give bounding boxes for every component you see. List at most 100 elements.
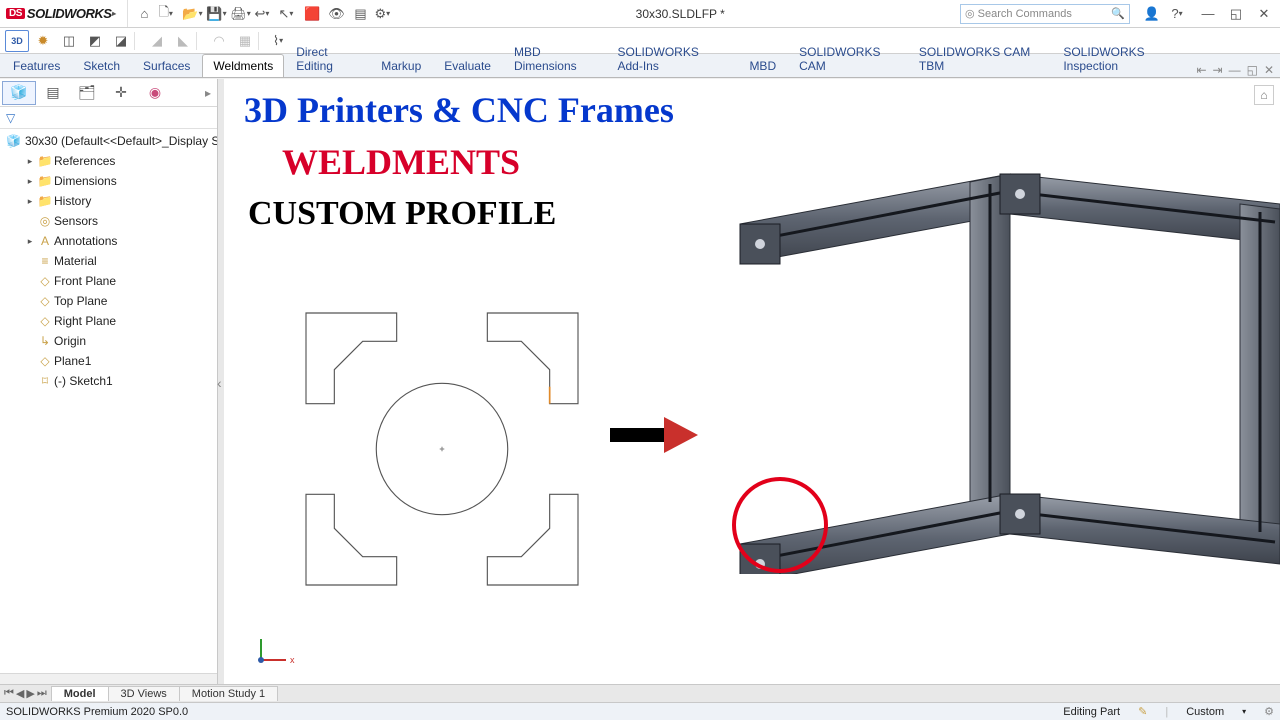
3d-icon[interactable]: 3D (5, 30, 29, 52)
triad-x-label: x (290, 655, 295, 665)
tree-item-icon: A (36, 234, 54, 248)
tree-item[interactable]: ◇Top Plane (2, 291, 217, 311)
logo-brand: SOLIDWORKS (27, 6, 112, 21)
open-icon[interactable]: 📂▾ (181, 3, 203, 25)
main-area: 🧊 ▤ 🗂 ✛ ◉ ▸ ▽ 🧊 30x30 (Default<<Default>… (0, 79, 1280, 687)
tree-item[interactable]: ◇Front Plane (2, 271, 217, 291)
new-doc-icon[interactable]: 🗋▾ (157, 3, 179, 25)
panel-min-icon[interactable]: — (1229, 63, 1241, 77)
tree-item[interactable]: ◇Plane1 (2, 351, 217, 371)
tree-item-icon: ⌑ (36, 374, 54, 388)
extend-icon[interactable]: ◪ (109, 30, 133, 52)
tab-cam[interactable]: SOLIDWORKS CAM (788, 40, 907, 77)
first-icon[interactable]: ⏮ (4, 687, 14, 700)
weld-bead-icon[interactable]: ◠ (207, 30, 231, 52)
endcap-icon[interactable]: ◣ (171, 30, 195, 52)
status-pencil-icon[interactable]: ✎ (1138, 705, 1147, 718)
tree-item-icon: ↳ (36, 334, 54, 348)
minimize-button[interactable]: — (1197, 3, 1219, 25)
bottom-tab-motion[interactable]: Motion Study 1 (179, 686, 278, 701)
tab-inspection[interactable]: SOLIDWORKS Inspection (1052, 40, 1195, 77)
tree-tab-feature[interactable]: 🧊 (2, 81, 36, 105)
tree-tab-appearance[interactable]: ◉ (138, 81, 172, 105)
rebuild-icon[interactable]: 🟥 (301, 3, 323, 25)
tree-root-label: 30x30 (Default<<Default>_Display Sta (25, 134, 217, 148)
next-icon[interactable]: ▶ (26, 687, 34, 700)
search-commands-input[interactable]: ◎ Search Commands 🔍 (960, 4, 1130, 24)
layout-icon[interactable]: ▤ (349, 3, 371, 25)
tree-tab-dim[interactable]: ✛ (104, 81, 138, 105)
tree-item-icon: 📁 (36, 154, 54, 168)
tree-item[interactable]: ▸📁Dimensions (2, 171, 217, 191)
select-icon[interactable]: ↖▾ (277, 3, 299, 25)
tree-item[interactable]: ≡Material (2, 251, 217, 271)
title-bar: DS SOLIDWORKS ▸ ⌂ 🗋▾ 📂▾ 💾▾ 🖨▾ ↩▾ ↖▾ 🟥 👁 … (0, 0, 1280, 28)
tree-filter[interactable]: ▽ (0, 107, 217, 129)
status-units[interactable]: Custom (1186, 706, 1224, 718)
tree-root[interactable]: 🧊 30x30 (Default<<Default>_Display Sta (2, 131, 217, 151)
tab-evaluate[interactable]: Evaluate (433, 54, 502, 77)
tab-mbd-dimensions[interactable]: MBD Dimensions (503, 40, 606, 77)
options-icon[interactable]: ⚙▾ (373, 3, 395, 25)
help-icon[interactable]: ?▾ (1169, 3, 1191, 25)
tree-item[interactable]: ↳Origin (2, 331, 217, 351)
weldment-icon[interactable]: ✹ (31, 30, 55, 52)
headline-2: WELDMENTS (282, 141, 520, 183)
tab-surfaces[interactable]: Surfaces (132, 54, 201, 77)
tree-item[interactable]: ▸📁History (2, 191, 217, 211)
tree-item[interactable]: ▸AAnnotations (2, 231, 217, 251)
panel-close-icon[interactable]: ✕ (1264, 63, 1274, 77)
status-units-chevron-icon[interactable]: ▾ (1242, 707, 1246, 716)
last-icon[interactable]: ⏭ (37, 687, 47, 700)
tab-direct-editing[interactable]: Direct Editing (285, 40, 369, 77)
tab-sketch[interactable]: Sketch (72, 54, 131, 77)
tree-tab-property[interactable]: ▤ (36, 81, 70, 105)
panel-collapse-icon[interactable]: ⇤ (1196, 63, 1206, 77)
tree-item-label: (-) Sketch1 (54, 374, 113, 388)
view-home-icon[interactable]: ⌂ (1254, 85, 1274, 105)
close-button[interactable]: ✕ (1253, 3, 1275, 25)
tree-item[interactable]: ⌑(-) Sketch1 (2, 371, 217, 391)
tree-item-icon: ◎ (36, 214, 54, 228)
tree-item[interactable]: ◇Right Plane (2, 311, 217, 331)
tab-addins[interactable]: SOLIDWORKS Add-Ins (607, 40, 738, 77)
expand-icon[interactable]: ▸ (24, 236, 36, 247)
view-icon[interactable]: 👁 (325, 3, 347, 25)
undo-icon[interactable]: ↩▾ (253, 3, 275, 25)
graphics-area[interactable]: ⌂ 3D Printers & CNC Frames WELDMENTS CUS… (224, 79, 1280, 687)
tree-item-icon: ≡ (36, 254, 54, 268)
trim-icon[interactable]: ◩ (83, 30, 107, 52)
bottom-tab-model[interactable]: Model (51, 686, 109, 701)
logo-chevron-icon[interactable]: ▸ (111, 9, 121, 18)
status-gear-icon[interactable]: ⚙ (1264, 705, 1274, 718)
tab-mbd[interactable]: MBD (738, 54, 787, 77)
panel-expand-icon[interactable]: ⇥ (1213, 63, 1223, 77)
tree-tab-config[interactable]: 🗂 (70, 81, 104, 105)
tree-item[interactable]: ▸📁References (2, 151, 217, 171)
bottom-tab-nav[interactable]: ⏮ ◀ ▶ ⏭ (0, 687, 51, 700)
tab-features[interactable]: Features (2, 54, 71, 77)
gusset-icon[interactable]: ◢ (145, 30, 169, 52)
expand-icon[interactable]: ▸ (24, 156, 36, 167)
structural-member-icon[interactable]: ◫ (57, 30, 81, 52)
search-icon[interactable]: 🔍 (1111, 7, 1125, 20)
save-icon[interactable]: 💾▾ (205, 3, 227, 25)
user-icon[interactable]: 👤 (1141, 3, 1163, 25)
print-icon[interactable]: 🖨▾ (229, 3, 251, 25)
restore-button[interactable]: ◱ (1225, 3, 1247, 25)
cutlist-icon[interactable]: ▦ (233, 30, 257, 52)
tab-weldments[interactable]: Weldments (202, 54, 284, 77)
expand-icon[interactable]: ▸ (24, 196, 36, 207)
prev-icon[interactable]: ◀ (16, 687, 24, 700)
orientation-triad[interactable]: x (252, 629, 292, 669)
tree-item-label: Right Plane (54, 314, 116, 328)
tab-cam-tbm[interactable]: SOLIDWORKS CAM TBM (908, 40, 1051, 77)
bottom-tab-3dviews[interactable]: 3D Views (108, 686, 180, 701)
tree-item[interactable]: ◎Sensors (2, 211, 217, 231)
panel-max-icon[interactable]: ◱ (1247, 63, 1258, 77)
tree-tabs-more-icon[interactable]: ▸ (205, 86, 215, 100)
search-target-icon: ◎ (965, 7, 975, 20)
home-icon[interactable]: ⌂ (133, 3, 155, 25)
expand-icon[interactable]: ▸ (24, 176, 36, 187)
tab-markup[interactable]: Markup (370, 54, 432, 77)
